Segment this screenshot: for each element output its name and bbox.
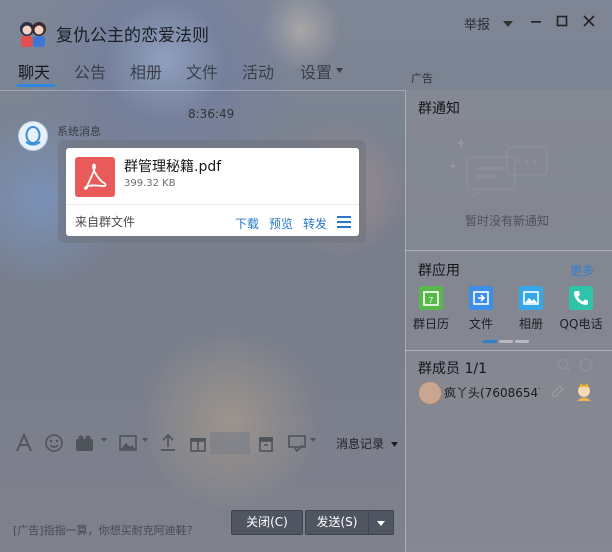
app-group-files[interactable]: 文件 xyxy=(457,286,505,332)
divider xyxy=(405,250,612,251)
upload-icon[interactable] xyxy=(158,433,178,453)
invite-member-icon[interactable] xyxy=(579,358,593,372)
chevron-down-icon xyxy=(336,68,343,73)
acrobat-icon xyxy=(84,163,107,190)
tab-album[interactable]: 相册 xyxy=(130,59,162,83)
tab-settings[interactable]: 设置 xyxy=(300,59,332,83)
screenshot-icon[interactable] xyxy=(287,433,307,453)
group-avatar-icon[interactable] xyxy=(17,17,49,49)
message-timestamp: 8:36:49 xyxy=(188,107,235,121)
image-icon[interactable] xyxy=(118,433,138,453)
active-tab-indicator xyxy=(17,84,55,87)
group-title: 复仇公主的恋爱法则 xyxy=(56,26,209,46)
close-window-button[interactable] xyxy=(579,13,599,33)
close-icon xyxy=(583,15,595,27)
chevron-down-icon[interactable] xyxy=(142,438,148,442)
minimize-button[interactable] xyxy=(526,13,546,33)
font-icon[interactable] xyxy=(14,433,34,453)
edit-icon[interactable] xyxy=(550,385,564,399)
message-history-button[interactable]: 消息记录 xyxy=(336,435,398,452)
hamburger-menu-icon[interactable] xyxy=(337,216,351,228)
apps-title: 群应用 xyxy=(418,263,460,279)
members-title: 群成员 1/1 xyxy=(418,361,487,377)
penguin-icon xyxy=(25,126,41,146)
divider xyxy=(0,90,405,91)
gift-icon[interactable] xyxy=(188,433,208,453)
file-name: 群管理秘籍.pdf xyxy=(124,159,222,175)
svg-text:7: 7 xyxy=(429,296,434,305)
send-options-dropdown[interactable] xyxy=(368,510,394,535)
notice-empty-text: 暂时没有新通知 xyxy=(465,214,550,228)
close-chat-button[interactable]: 关闭(C) xyxy=(231,510,303,535)
phone-icon xyxy=(569,286,593,310)
send-button[interactable]: 发送(S) xyxy=(305,510,369,535)
input-ad-text[interactable]: [广告]指指一算，你想买耐克阿迪鞋？ xyxy=(13,522,198,538)
tab-files[interactable]: 文件 xyxy=(186,59,218,83)
app-label: 文件 xyxy=(468,317,493,331)
forward-link[interactable]: 转发 xyxy=(303,215,327,232)
member-name[interactable]: 疯丫头(760865470 xyxy=(444,384,540,401)
file-size: 399.32 KB xyxy=(124,178,176,189)
tab-events[interactable]: 活动 xyxy=(242,59,274,83)
archive-icon[interactable] xyxy=(256,433,276,453)
divider xyxy=(66,204,359,205)
maximize-icon xyxy=(556,15,568,27)
app-group-calendar[interactable]: 7 群日历 xyxy=(407,286,455,332)
title-bar: 复仇公主的恋爱法则 举报 xyxy=(0,0,612,50)
minimize-icon xyxy=(531,21,541,23)
pdf-file-icon xyxy=(75,157,115,197)
ad-label: 广告 xyxy=(411,72,433,85)
apps-page-indicator[interactable] xyxy=(499,340,513,343)
member-avatar[interactable] xyxy=(418,381,442,405)
chevron-down-icon xyxy=(503,21,513,27)
message-history-label: 消息记录 xyxy=(336,437,385,451)
notice-title: 群通知 xyxy=(418,101,460,117)
toolbar-hover-highlight xyxy=(210,432,250,454)
panel-divider xyxy=(405,90,406,552)
report-button[interactable]: 举报 xyxy=(464,14,490,33)
group-side-panel: 群通知 暂时没有新通知 群应用 更多 7 群日历 文件 相册 QQ电话 群成员 … xyxy=(405,90,612,552)
tab-announcement[interactable]: 公告 xyxy=(74,59,106,83)
chevron-down-icon xyxy=(390,442,398,447)
file-source: 来自群文件 xyxy=(75,215,136,229)
calendar-icon: 7 xyxy=(419,286,443,310)
chevron-down-icon[interactable] xyxy=(101,438,107,442)
window-menu-dropdown[interactable] xyxy=(498,13,518,33)
empty-notice-illustration xyxy=(450,139,548,200)
maximize-button[interactable] xyxy=(552,13,572,33)
app-group-album[interactable]: 相册 xyxy=(507,286,555,332)
file-share-icon xyxy=(469,286,493,310)
app-label: 相册 xyxy=(518,317,543,331)
preview-link[interactable]: 预览 xyxy=(269,215,293,232)
download-link[interactable]: 下载 xyxy=(235,215,259,232)
chat-tabs: 聊天 公告 相册 文件 活动 设置 xyxy=(0,56,405,90)
divider xyxy=(405,350,612,351)
apps-page-indicator[interactable] xyxy=(515,340,529,343)
gif-icon[interactable] xyxy=(74,433,96,453)
photo-album-icon xyxy=(519,286,543,310)
app-label: 群日历 xyxy=(412,317,449,331)
system-message-avatar xyxy=(18,121,48,151)
app-qq-phone[interactable]: QQ电话 xyxy=(557,286,605,332)
more-apps-link[interactable]: 更多 xyxy=(570,262,594,279)
qq-group-chat-window: 复仇公主的恋爱法则 举报 聊天 公告 相册 文件 活动 设置 广告 8:36:4… xyxy=(0,0,612,552)
file-message-card[interactable]: 群管理秘籍.pdf 399.32 KB 来自群文件 下载 预览 转发 xyxy=(66,148,359,236)
search-members-icon[interactable] xyxy=(557,358,571,372)
chevron-down-icon[interactable] xyxy=(310,438,316,442)
app-label: QQ电话 xyxy=(559,317,603,331)
tab-chat[interactable]: 聊天 xyxy=(18,59,50,83)
apps-page-indicator-active[interactable] xyxy=(483,340,497,343)
emoji-icon[interactable] xyxy=(44,433,64,453)
message-sender: 系统消息 xyxy=(57,125,101,138)
group-owner-badge-icon xyxy=(577,383,591,401)
